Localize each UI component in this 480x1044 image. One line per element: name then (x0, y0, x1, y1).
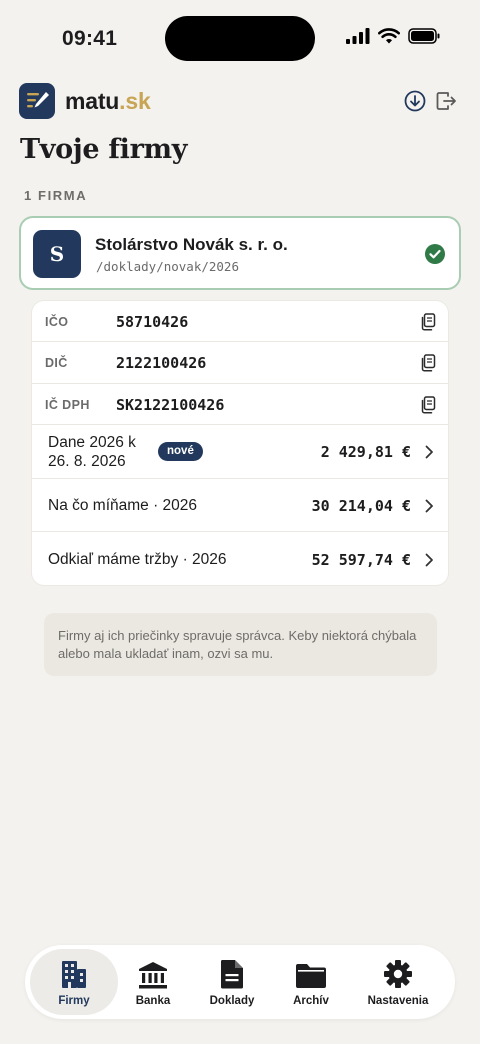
app-header: matu.sk (19, 83, 460, 120)
company-card[interactable]: S Stolárstvo Novák s. r. o. /doklady/nov… (19, 216, 461, 290)
gear-icon (384, 960, 412, 988)
ic-dph-value: SK2122100426 (116, 396, 225, 414)
new-badge: nové (158, 442, 203, 461)
battery-icon (408, 28, 440, 44)
tab-label: Archív (293, 995, 329, 1007)
bank-icon (139, 962, 167, 989)
chevron-right-icon (425, 553, 433, 567)
dic-value: 2122100426 (116, 354, 207, 372)
tab-doklady[interactable]: Doklady (195, 949, 269, 1015)
taxes-row[interactable]: Dane 2026 k 26. 8. 2026 nové 2 429,81 € (32, 425, 448, 479)
brand-name: matu.sk (65, 88, 151, 114)
ico-label: IČO (45, 315, 69, 329)
page-title: Tvoje firmy (20, 134, 188, 165)
tab-firmy[interactable]: Firmy (30, 949, 118, 1015)
chevron-right-icon (425, 499, 433, 513)
tab-nastavenia[interactable]: Nastavenia (355, 949, 441, 1015)
revenue-amount: 52 597,74 € (311, 551, 411, 569)
dic-label: DIČ (45, 356, 68, 370)
company-avatar: S (33, 230, 81, 278)
revenue-label: Odkiaľ máme tržby · 2026 (48, 551, 227, 568)
expenses-amount: 30 214,04 € (311, 497, 411, 515)
ico-row: IČO 58710426 (32, 301, 448, 342)
tab-bar: Firmy Banka Doklady Archív Nastavenia (25, 945, 455, 1019)
taxes-label: Dane 2026 k 26. 8. 2026 (48, 434, 136, 470)
building-icon (62, 961, 86, 988)
copy-icon[interactable] (420, 396, 436, 414)
revenue-row[interactable]: Odkiaľ máme tržby · 2026 52 597,74 € (32, 532, 448, 585)
download-button[interactable] (403, 89, 429, 115)
ico-value: 58710426 (116, 313, 189, 331)
wifi-icon (378, 28, 400, 44)
ic-dph-label: IČ DPH (45, 398, 90, 412)
app-logo-icon (19, 83, 55, 119)
ic-dph-row: IČ DPH SK2122100426 (32, 384, 448, 425)
tab-archiv[interactable]: Archív (277, 949, 345, 1015)
tab-label: Nastavenia (367, 995, 429, 1007)
companies-count-label: 1 FIRMA (24, 188, 88, 203)
admin-info-note: Firmy aj ich priečinky spravuje správca.… (44, 613, 437, 676)
status-time: 09:41 (62, 27, 118, 50)
company-folder-path: /doklady/novak/2026 (96, 259, 239, 274)
cellular-signal-icon (346, 28, 370, 44)
dic-row: DIČ 2122100426 (32, 342, 448, 384)
expenses-label: Na čo míňame · 2026 (48, 497, 198, 514)
tab-banka[interactable]: Banka (117, 949, 189, 1015)
check-circle-icon (425, 244, 445, 264)
chevron-right-icon (425, 445, 433, 459)
folder-icon (296, 964, 326, 988)
dynamic-island (165, 16, 315, 61)
tab-label: Doklady (209, 995, 255, 1007)
tab-label: Firmy (58, 995, 90, 1007)
company-name: Stolárstvo Novák s. r. o. (95, 235, 288, 254)
logout-button[interactable] (434, 89, 460, 115)
status-icons (346, 28, 440, 44)
tab-label: Banka (135, 995, 171, 1007)
download-icon (404, 90, 426, 112)
copy-icon[interactable] (420, 354, 436, 372)
company-details-card: IČO 58710426 DIČ 2122100426 IČ DPH SK212… (32, 301, 448, 585)
taxes-amount: 2 429,81 € (320, 443, 411, 461)
document-icon (220, 960, 243, 989)
status-bar: 09:41 (0, 0, 480, 70)
logout-icon (436, 92, 456, 110)
expenses-row[interactable]: Na čo míňame · 2026 30 214,04 € (32, 479, 448, 532)
copy-icon[interactable] (420, 313, 436, 331)
